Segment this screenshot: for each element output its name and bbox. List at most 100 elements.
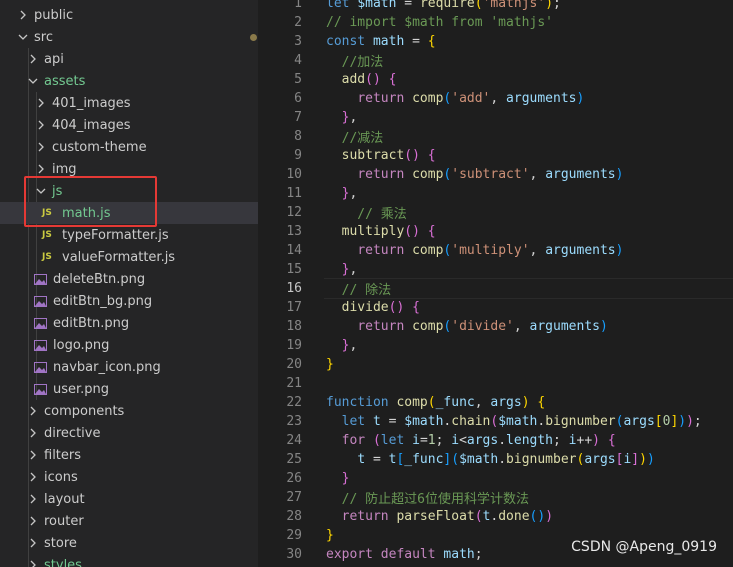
code-line-22: 22 function comp(_func, args) { [258, 393, 733, 412]
code-line-24: 24 for (let i=1; i<args.length; i++) { [258, 431, 733, 450]
tree-folder-401-images[interactable]: 401_images [0, 92, 258, 114]
line-number: 26 [286, 471, 302, 486]
line-number: 1 [294, 0, 302, 11]
image-file-icon [34, 361, 47, 373]
tree-item-label: public [34, 7, 74, 23]
tree-folder-components[interactable]: components [0, 400, 258, 422]
line-number: 27 [286, 490, 302, 505]
line-number: 22 [286, 395, 302, 410]
chevron-right-icon [26, 558, 40, 567]
file-explorer: public src api assets 401_images 404_ima… [0, 0, 258, 567]
line-number: 5 [294, 72, 302, 87]
code-line-27: 27 // 防止超过6位使用科学计数法 [258, 488, 733, 507]
tree-item-label: 404_images [52, 117, 131, 133]
code-editor[interactable]: 1 let $math = require('mathjs'); 2 // impo… [258, 0, 733, 567]
code-line-14: 14 return comp('multiply', arguments) [258, 241, 733, 260]
code-text: export default math; [326, 547, 483, 562]
tree-item-label: img [52, 161, 77, 177]
code-text: add() { [341, 72, 397, 87]
code-text: }, [341, 186, 358, 201]
code-line-8: 8 //减法 [258, 127, 733, 146]
tree-folder-public[interactable]: public [0, 4, 258, 26]
chevron-right-icon [26, 536, 40, 550]
tree-file-deletebtn-png[interactable]: deleteBtn.png [0, 268, 258, 290]
tree-item-label: filters [44, 447, 82, 463]
tree-folder-icons[interactable]: icons [0, 466, 258, 488]
tree-folder-store[interactable]: store [0, 532, 258, 554]
line-number: 20 [286, 357, 302, 372]
code-line-17: 17 divide() { [258, 298, 733, 317]
image-file-icon [34, 317, 47, 329]
js-file-icon: JS [42, 252, 52, 262]
tree-folder-layout[interactable]: layout [0, 488, 258, 510]
code-text: multiply() { [341, 224, 436, 239]
tree-item-label: typeFormatter.js [62, 227, 169, 243]
line-number: 4 [294, 53, 302, 68]
tree-folder-custom-theme[interactable]: custom-theme [0, 136, 258, 158]
code-line-18: 18 return comp('divide', arguments) [258, 317, 733, 336]
chevron-right-icon [34, 140, 48, 154]
code-line-20: 20} [258, 355, 733, 374]
code-line-15: 15 }, [258, 260, 733, 279]
code-text: }, [341, 262, 358, 277]
tree-folder-404-images[interactable]: 404_images [0, 114, 258, 136]
tree-folder-assets[interactable]: assets [0, 70, 258, 92]
line-number: 16 [286, 281, 302, 296]
code-text: divide() { [341, 300, 420, 315]
line-number: 29 [286, 528, 302, 543]
tree-file-logo-png[interactable]: logo.png [0, 334, 258, 356]
tree-item-label: user.png [53, 381, 110, 397]
code-text: //加法 [326, 55, 384, 70]
tree-item-label: styles [44, 557, 82, 567]
tree-file-editbtn-png[interactable]: editBtn.png [0, 312, 258, 334]
tree-folder-router[interactable]: router [0, 510, 258, 532]
chevron-right-icon [26, 514, 40, 528]
code-line-6: 6 return comp('add', arguments) [258, 89, 733, 108]
chevron-right-icon [34, 96, 48, 110]
tree-file-typeformatter-js[interactable]: JS typeFormatter.js [0, 224, 258, 246]
line-number: 7 [294, 110, 302, 125]
code-line-5: 5 add() { [258, 70, 733, 89]
tree-folder-filters[interactable]: filters [0, 444, 258, 466]
line-number: 19 [286, 338, 302, 353]
code-line-21: 21 [258, 374, 733, 393]
chevron-right-icon [26, 470, 40, 484]
image-file-icon [34, 383, 47, 395]
tree-file-editbtn-bg-png[interactable]: editBtn_bg.png [0, 290, 258, 312]
chevron-right-icon [26, 426, 40, 440]
code-text: } [326, 357, 334, 372]
code-line-1: 1 let $math = require('mathjs'); [258, 0, 733, 13]
tree-folder-src[interactable]: src [0, 26, 258, 48]
tree-item-label: src [34, 29, 53, 45]
code-text: return parseFloat(t.done()) [341, 509, 554, 524]
tree-folder-styles[interactable]: styles [0, 554, 258, 567]
tree-item-label: api [44, 51, 64, 67]
code-text: }, [341, 110, 358, 125]
code-text: // 除法 [326, 283, 392, 298]
code-text: let t = $math.chain($math.bignumber(args… [341, 414, 702, 429]
tree-file-valueformatter-js[interactable]: JS valueFormatter.js [0, 246, 258, 268]
tree-folder-api[interactable]: api [0, 48, 258, 70]
tree-file-navbar-icon-png[interactable]: navbar_icon.png [0, 356, 258, 378]
tree-item-label: deleteBtn.png [53, 271, 146, 287]
code-line-2: 2 // import $math from 'mathjs' [258, 13, 733, 32]
line-number: 24 [286, 433, 302, 448]
tree-item-label: directive [44, 425, 101, 441]
code-text: let $math = require('mathjs'); [326, 0, 561, 11]
code-line-11: 11 }, [258, 184, 733, 203]
tree-item-label: navbar_icon.png [53, 359, 161, 375]
image-file-icon [34, 273, 47, 285]
tree-folder-directive[interactable]: directive [0, 422, 258, 444]
code-text: return comp('add', arguments) [357, 91, 585, 106]
line-number: 30 [286, 547, 302, 562]
tree-item-label: router [44, 513, 84, 529]
code-text: const math = { [326, 34, 436, 49]
tree-file-user-png[interactable]: user.png [0, 378, 258, 400]
tree-item-label: logo.png [53, 337, 110, 353]
image-file-icon [34, 339, 47, 351]
code-text: return comp('multiply', arguments) [357, 243, 624, 258]
line-number: 2 [294, 15, 302, 30]
code-line-4: 4 //加法 [258, 51, 733, 70]
code-line-16: 16 // 除法 [258, 279, 733, 298]
chevron-right-icon [34, 162, 48, 176]
